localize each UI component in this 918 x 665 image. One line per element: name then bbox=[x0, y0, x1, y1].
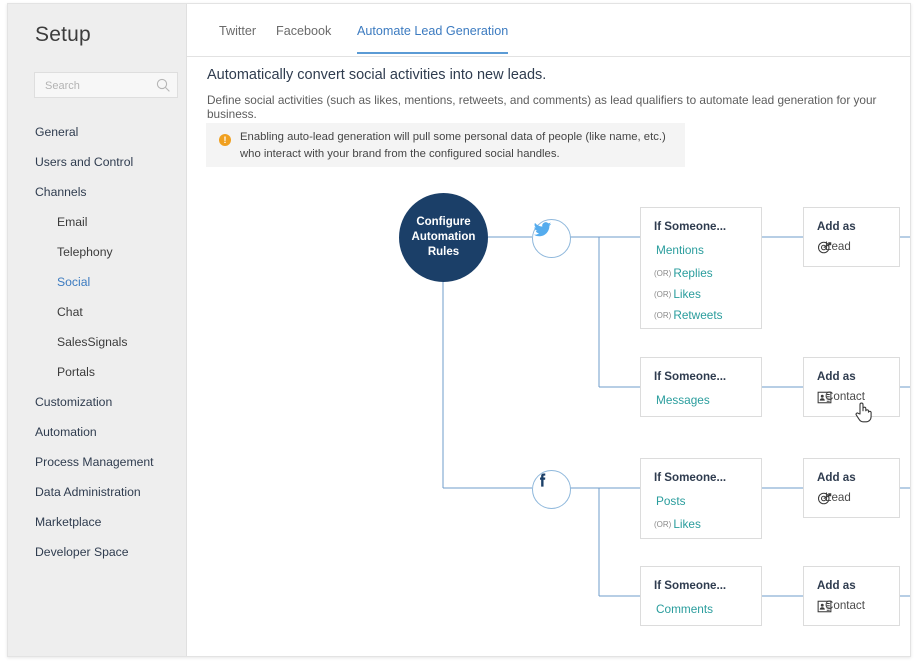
activity-label: Likes bbox=[673, 287, 701, 301]
trigger-activity[interactable]: Comments bbox=[654, 602, 713, 616]
sidebar-item-automation[interactable]: Automation bbox=[8, 417, 187, 447]
sidebar-item-label: Data Administration bbox=[35, 485, 141, 499]
add-as-title: Add as bbox=[817, 579, 856, 592]
activity-label: Likes bbox=[673, 517, 701, 531]
trigger-activity[interactable]: Mentions bbox=[654, 243, 704, 257]
app-root: Setup General Users and Control bbox=[0, 0, 918, 665]
add-as-card[interactable]: Add as Lead bbox=[803, 458, 900, 518]
sidebar-item-social[interactable]: Social bbox=[8, 267, 187, 297]
trigger-activity[interactable]: (OR) Retweets bbox=[654, 308, 723, 322]
add-as-value-row: Contact bbox=[817, 599, 865, 613]
sidebar-item-customization[interactable]: Customization bbox=[8, 387, 187, 417]
trigger-activity[interactable]: Posts bbox=[654, 494, 686, 508]
trigger-card[interactable]: If Someone... Posts (OR) Likes bbox=[640, 458, 762, 539]
sidebar-item-label: Users and Control bbox=[35, 155, 134, 169]
trigger-card[interactable]: If Someone... Mentions (OR) Replies (OR) L… bbox=[640, 207, 762, 329]
sidebar-item-email[interactable]: Email bbox=[8, 207, 187, 237]
trigger-activity[interactable]: (OR) Replies bbox=[654, 266, 713, 280]
search-box[interactable] bbox=[34, 72, 178, 99]
sidebar-item-label: SalesSignals bbox=[57, 335, 128, 349]
search-input[interactable] bbox=[43, 73, 159, 99]
add-as-value-row: Contact bbox=[817, 390, 865, 404]
sidebar-item-general[interactable]: General bbox=[8, 117, 187, 147]
sidebar-item-telephony[interactable]: Telephony bbox=[8, 237, 187, 267]
trigger-activity[interactable]: Messages bbox=[654, 393, 710, 407]
activity-label: Posts bbox=[656, 494, 686, 508]
search-icon bbox=[156, 78, 171, 93]
add-as-card[interactable]: Add as Contact bbox=[803, 566, 900, 626]
content-area: Twitter Facebook Automate Lead Generatio… bbox=[187, 4, 910, 656]
sidebar-item-developer-space[interactable]: Developer Space bbox=[8, 537, 187, 567]
add-as-value-row: Lead bbox=[817, 491, 851, 505]
sidebar-item-label: Chat bbox=[57, 305, 83, 319]
trigger-activity[interactable]: (OR) Likes bbox=[654, 287, 701, 301]
or-label: (OR) bbox=[654, 520, 672, 529]
add-as-title: Add as bbox=[817, 220, 856, 233]
configure-automation-rules-node[interactable]: Configure Automation Rules bbox=[399, 193, 488, 282]
trigger-card-title: If Someone... bbox=[654, 220, 727, 233]
facebook-channel-node[interactable] bbox=[532, 470, 571, 509]
sidebar-item-label: Automation bbox=[35, 425, 97, 439]
sidebar-item-channels[interactable]: Channels bbox=[8, 177, 187, 207]
sidebar-item-label: Marketplace bbox=[35, 515, 102, 529]
activity-label: Messages bbox=[656, 393, 710, 407]
add-as-title: Add as bbox=[817, 370, 856, 383]
trigger-card-title: If Someone... bbox=[654, 471, 727, 484]
or-label: (OR) bbox=[654, 311, 672, 320]
trigger-card[interactable]: If Someone... Comments bbox=[640, 566, 762, 626]
hub-line-3: Rules bbox=[427, 246, 460, 258]
or-label: (OR) bbox=[654, 290, 672, 299]
sidebar-item-data-administration[interactable]: Data Administration bbox=[8, 477, 187, 507]
add-as-value-row: Lead bbox=[817, 240, 851, 254]
sidebar-item-label: Developer Space bbox=[35, 545, 129, 559]
page-title: Setup bbox=[35, 23, 91, 46]
trigger-card-title: If Someone... bbox=[654, 370, 727, 383]
sidebar-item-label: Channels bbox=[35, 185, 87, 199]
add-as-card[interactable]: Add as Lead bbox=[803, 207, 900, 267]
sidebar: Setup General Users and Control bbox=[8, 4, 187, 656]
or-label: (OR) bbox=[654, 269, 672, 278]
twitter-channel-node[interactable] bbox=[532, 219, 571, 258]
activity-label: Replies bbox=[673, 266, 713, 280]
sidebar-item-label: Telephony bbox=[57, 245, 113, 259]
trigger-card[interactable]: If Someone... Messages bbox=[640, 357, 762, 417]
sidebar-item-chat[interactable]: Chat bbox=[8, 297, 187, 327]
activity-label: Mentions bbox=[656, 243, 704, 257]
sidebar-item-users-and-control[interactable]: Users and Control bbox=[8, 147, 187, 177]
sidebar-item-label: Process Management bbox=[35, 455, 154, 469]
sidebar-item-process-management[interactable]: Process Management bbox=[8, 447, 187, 477]
sidebar-item-label: Customization bbox=[35, 395, 113, 409]
add-as-card[interactable]: Add as Contact bbox=[803, 357, 900, 417]
sidebar-item-label: Social bbox=[57, 275, 91, 289]
trigger-activity[interactable]: (OR) Likes bbox=[654, 517, 701, 531]
sidebar-item-label: Email bbox=[57, 215, 88, 229]
add-as-title: Add as bbox=[817, 471, 856, 484]
sidebar-item-marketplace[interactable]: Marketplace bbox=[8, 507, 187, 537]
sidebar-item-portals[interactable]: Portals bbox=[8, 357, 187, 387]
hub-line-2: Automation bbox=[411, 231, 476, 243]
hub-line-1: Configure bbox=[416, 216, 471, 228]
activity-label: Retweets bbox=[673, 308, 723, 322]
sidebar-item-label: Portals bbox=[57, 365, 95, 379]
automation-flow-diagram: Configure Automation Rules If Someone...… bbox=[187, 4, 910, 656]
trigger-card-title: If Someone... bbox=[654, 579, 727, 592]
sidebar-item-label: General bbox=[35, 125, 79, 139]
setup-window: Setup General Users and Control bbox=[7, 3, 911, 657]
sidebar-nav: General Users and Control Channels Email… bbox=[8, 117, 187, 567]
flow-connectors bbox=[442, 236, 910, 597]
sidebar-item-salessignals[interactable]: SalesSignals bbox=[8, 327, 187, 357]
activity-label: Comments bbox=[656, 602, 714, 616]
